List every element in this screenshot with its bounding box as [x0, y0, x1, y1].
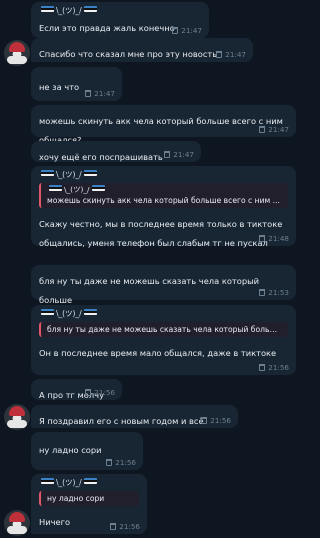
- reply-quote[interactable]: ну ладно сори: [39, 491, 139, 506]
- message-text: хочу ещё его поспрашивать: [39, 152, 163, 162]
- flag-icon: [41, 478, 54, 484]
- message-bubble[interactable]: можешь скинуть акк чела который больше в…: [31, 105, 296, 145]
- message-text: Если это правда жаль конечно: [39, 23, 175, 33]
- reply-sender: \_(ツ)_/: [47, 185, 282, 195]
- message-text: не за что: [39, 82, 80, 92]
- flag-icon: [49, 185, 62, 191]
- message-bubble[interactable]: \_(ツ)_/ бля ну ты даже не можешь сказать…: [31, 305, 296, 375]
- message-bubble[interactable]: ну ладно сори 21:56: [31, 432, 143, 470]
- reply-quote[interactable]: бля ну ты даже не можешь сказать чела ко…: [39, 322, 288, 337]
- flag-icon: [83, 478, 97, 484]
- message-time: 21:47: [173, 150, 194, 159]
- flag-icon: [91, 185, 105, 191]
- reply-text: ну ладно сори: [47, 494, 105, 503]
- message-time: 21:47: [94, 89, 115, 98]
- message-meta: 21:47: [85, 89, 115, 98]
- message-bubble[interactable]: \_(ツ)_/ ну ладно сори Ничего 21:56: [31, 474, 147, 534]
- message-meta: 21:56: [201, 416, 231, 425]
- message-time: 21:56: [210, 416, 231, 425]
- sender-name: \_(ツ)_/: [39, 309, 288, 319]
- message-text: Скажу честно, мы в последнее время тольк…: [39, 219, 283, 248]
- trash-icon: [85, 389, 92, 396]
- message-bubble[interactable]: А про тг молчу 21:56: [31, 379, 122, 400]
- flag-icon: [41, 309, 54, 315]
- message-meta: 21:56: [259, 363, 289, 372]
- message-meta: 21:47: [259, 125, 289, 134]
- trash-icon: [172, 27, 179, 34]
- avatar[interactable]: [4, 510, 30, 536]
- flag-icon: [83, 309, 97, 315]
- trash-icon: [216, 51, 223, 58]
- message-meta: 21:47: [164, 150, 194, 159]
- trash-icon: [85, 90, 92, 97]
- reply-quote[interactable]: \_(ツ)_/ можешь скинуть акк чела который …: [39, 183, 288, 208]
- message-time: 21:53: [268, 288, 289, 297]
- trash-icon: [259, 289, 266, 296]
- message-bubble[interactable]: хочу ещё его поспрашивать 21:47: [31, 141, 201, 162]
- message-meta: 21:47: [216, 50, 246, 59]
- message-text: Спасибо что сказал мне про эту новость: [39, 49, 218, 59]
- message-time: 21:56: [115, 458, 136, 467]
- message-time: 21:56: [94, 388, 115, 397]
- message-time: 21:47: [225, 50, 246, 59]
- flag-icon: [83, 6, 97, 12]
- message-bubble[interactable]: Спасибо что сказал мне про эту новость 2…: [31, 38, 253, 62]
- message-time: 21:56: [268, 363, 289, 372]
- trash-icon: [259, 235, 266, 242]
- flag-icon: [83, 170, 97, 176]
- message-meta: 21:56: [106, 458, 136, 467]
- trash-icon: [110, 523, 117, 530]
- message-text: Он в последнее время мало общался, даже …: [39, 348, 277, 358]
- sender-name: \_(ツ)_/: [39, 478, 139, 488]
- trash-icon: [164, 151, 171, 158]
- trash-icon: [106, 459, 113, 466]
- message-meta: 21:48: [259, 234, 289, 243]
- message-time: 21:47: [181, 26, 202, 35]
- message-text: ну ладно сори: [39, 445, 102, 455]
- reply-text: можешь скинуть акк чела который больше в…: [47, 196, 280, 205]
- flag-icon: [41, 6, 54, 12]
- message-time: 21:48: [268, 234, 289, 243]
- reply-text: бля ну ты даже не можешь сказать чела ко…: [47, 325, 282, 334]
- message-meta: 21:56: [85, 388, 115, 397]
- flag-icon: [41, 170, 54, 176]
- avatar[interactable]: [4, 40, 30, 66]
- message-bubble[interactable]: бля ну ты даже не можешь сказать чела ко…: [31, 265, 296, 324]
- message-bubble[interactable]: Я поздравил его с новым годом и всё 21:5…: [31, 405, 238, 428]
- message-time: 21:47: [268, 125, 289, 134]
- trash-icon: [201, 417, 208, 424]
- sender-name: \_(ツ)_/: [39, 6, 201, 16]
- trash-icon: [259, 126, 266, 133]
- message-bubble[interactable]: не за что 21:47: [31, 67, 122, 101]
- message-time: 21:56: [119, 522, 140, 531]
- message-bubble[interactable]: \_(ツ)_/ Если это правда жаль конечно 21:…: [31, 2, 209, 38]
- message-text: Ничего: [39, 517, 71, 527]
- trash-icon: [259, 364, 266, 371]
- sender-name: \_(ツ)_/: [39, 170, 288, 180]
- message-bubble[interactable]: \_(ツ)_/ \_(ツ)_/ можешь скинуть акк чела …: [31, 166, 296, 248]
- chat-area: \_(ツ)_/ Если это правда жаль конечно 21:…: [0, 0, 300, 538]
- message-meta: 21:56: [110, 522, 140, 531]
- message-text: Я поздравил его с новым годом и всё: [39, 416, 204, 426]
- message-meta: 21:47: [172, 26, 202, 35]
- message-meta: 21:53: [259, 288, 289, 297]
- avatar[interactable]: [4, 404, 30, 430]
